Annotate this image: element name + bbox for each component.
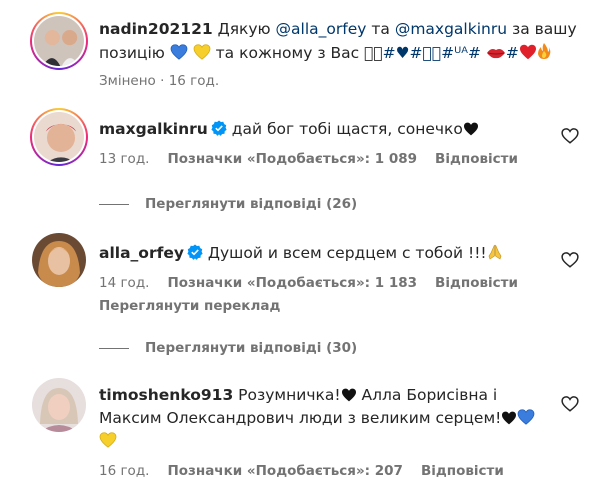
likes-count[interactable]: Позначки «Подобається»: 1 089 bbox=[167, 151, 417, 167]
comment-meta: 14 год. Позначки «Подобається»: 1 183 Відп… bbox=[99, 275, 518, 291]
heart-outline-icon[interactable] bbox=[561, 251, 579, 269]
edited-label: Змінено bbox=[99, 73, 156, 89]
verified-badge-icon bbox=[211, 120, 227, 136]
reply-button[interactable]: Відповісти bbox=[435, 151, 518, 167]
avatar-story-ring[interactable] bbox=[30, 108, 88, 166]
avatar-story-ring[interactable] bbox=[30, 12, 88, 70]
view-replies-label: Переглянути відповіді (30) bbox=[145, 340, 358, 356]
black-heart-icon bbox=[341, 387, 357, 408]
fire-icon bbox=[537, 42, 551, 66]
comment-text-part: за вашу bbox=[507, 20, 577, 38]
yellow-heart-icon bbox=[193, 44, 211, 66]
mention-alla-orfey[interactable]: @alla_orfey bbox=[276, 20, 367, 38]
comment-text-line3 bbox=[99, 431, 117, 454]
reply-button[interactable]: Відповісти bbox=[421, 463, 504, 479]
view-replies-button[interactable]: Переглянути відповіді (26) bbox=[99, 196, 357, 212]
username[interactable]: alla_orfey bbox=[99, 244, 184, 262]
comment-meta: 16 год. Позначки «Подобається»: 207 Відпов… bbox=[99, 463, 504, 479]
divider bbox=[99, 347, 129, 349]
red-heart-icon bbox=[519, 44, 537, 66]
timestamp[interactable]: 16 год. bbox=[99, 463, 149, 479]
comment-text-line2: позицію та кожному з Вас ⃣⃣#♥#⃣⃣#ᵁᴬ# # bbox=[99, 42, 551, 66]
likes-count[interactable]: Позначки «Подобається»: 207 bbox=[167, 463, 403, 479]
heart-outline-icon[interactable] bbox=[561, 395, 579, 413]
verified-badge-icon bbox=[187, 244, 203, 260]
username[interactable]: maxgalkinru bbox=[99, 120, 208, 138]
comment-text: maxgalkinru дай бог тобі щастя, сонечко bbox=[99, 119, 479, 142]
comment-meta: Змінено · 16 год. bbox=[99, 73, 220, 89]
avatar bbox=[34, 16, 84, 66]
mention-maxgalkinru[interactable]: @maxgalkinru bbox=[395, 20, 507, 38]
comment-text: alla_orfey Душой и всем сердцем с тобой … bbox=[99, 243, 503, 266]
hashtags[interactable]: ⃣⃣#♥#⃣⃣#ᵁᴬ# bbox=[383, 44, 481, 62]
comment-text-line2: Максим Олександрович люди з великим серц… bbox=[99, 408, 535, 431]
comment-text: nadin202121 Дякую @alla_orfey та @maxgal… bbox=[99, 19, 577, 40]
avatar[interactable] bbox=[32, 233, 86, 287]
comment-text-part: Максим Олександрович люди з великим серц… bbox=[99, 409, 502, 427]
username[interactable]: timoshenko913 bbox=[99, 386, 233, 404]
praying-hands-icon bbox=[487, 244, 503, 266]
black-heart-icon bbox=[501, 410, 517, 431]
timestamp[interactable]: 14 год. bbox=[99, 275, 149, 291]
hashtag-symbol: # bbox=[505, 44, 519, 62]
view-replies-label: Переглянути відповіді (26) bbox=[145, 196, 358, 212]
lips-icon bbox=[486, 45, 506, 66]
username[interactable]: nadin202121 bbox=[99, 20, 213, 38]
comment-text-part: дай бог тобі щастя, сонечко bbox=[231, 120, 463, 138]
reply-button[interactable]: Відповісти bbox=[435, 275, 518, 291]
blue-heart-icon bbox=[517, 409, 535, 431]
comment-text-part: Душой и всем сердцем с тобой !!! bbox=[207, 244, 487, 262]
divider bbox=[99, 203, 129, 205]
timestamp[interactable]: 16 год. bbox=[169, 73, 219, 89]
black-heart-icon bbox=[463, 121, 479, 142]
comment-text-part: та кожному з Вас bbox=[210, 44, 383, 62]
comment-text-part: Розумничка! bbox=[238, 386, 341, 404]
avatar[interactable] bbox=[32, 378, 86, 432]
comment-text-part: Алла Борисівна і bbox=[356, 386, 498, 404]
comment-meta: 13 год. Позначки «Подобається»: 1 089 Відп… bbox=[99, 151, 518, 167]
blue-heart-icon bbox=[170, 44, 188, 66]
comment-text-part: позицію bbox=[99, 44, 165, 62]
comment-text-part: та bbox=[366, 20, 395, 38]
comment-text-part: Дякую bbox=[217, 20, 276, 38]
comment-text: timoshenko913 Розумничка! Алла Борисівна… bbox=[99, 385, 497, 408]
translate-button[interactable]: Переглянути переклад bbox=[99, 298, 280, 314]
timestamp[interactable]: 13 год. bbox=[99, 151, 149, 167]
likes-count[interactable]: Позначки «Подобається»: 1 183 bbox=[167, 275, 417, 291]
translate-label: Переглянути переклад bbox=[99, 298, 281, 314]
view-replies-button[interactable]: Переглянути відповіді (30) bbox=[99, 340, 357, 356]
avatar bbox=[34, 112, 84, 162]
yellow-heart-icon bbox=[99, 432, 117, 454]
heart-outline-icon[interactable] bbox=[561, 127, 579, 145]
